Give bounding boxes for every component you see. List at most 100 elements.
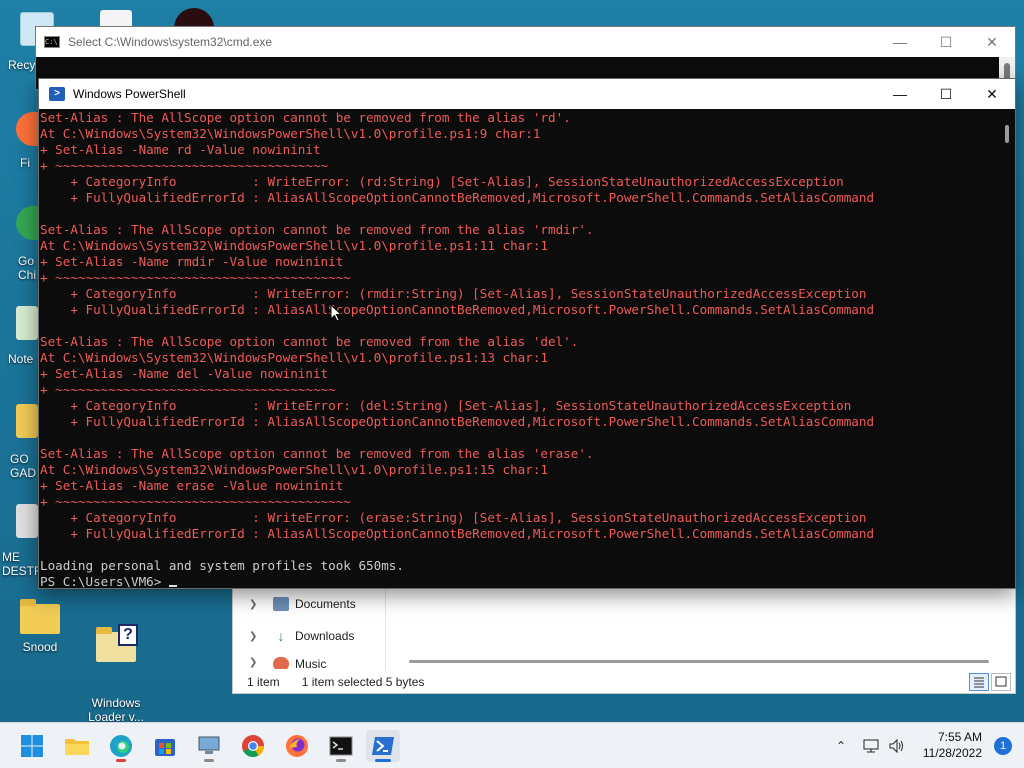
console-line-text: + FullyQualifiedErrorId : AliasAllScopeO… <box>40 526 875 541</box>
console-line: At C:\Windows\System32\WindowsPowerShell… <box>40 238 1001 254</box>
desktop-icon-windows-loader[interactable]: ? Windows Loader v... <box>84 596 148 722</box>
desktop-icon-snood[interactable]: Snood <box>8 596 72 654</box>
console-line: At C:\Windows\System32\WindowsPowerShell… <box>40 350 1001 366</box>
taskbar-store[interactable] <box>148 730 182 762</box>
console-line-text: + CategoryInfo : WriteError: (rd:String)… <box>40 174 844 189</box>
taskbar-powershell[interactable] <box>366 730 400 762</box>
large-icons-view-button[interactable] <box>991 673 1011 691</box>
folder-shortcut-icon[interactable] <box>16 404 38 438</box>
console-line-text: + FullyQualifiedErrorId : AliasAllScopeO… <box>40 302 875 317</box>
minimize-button[interactable]: — <box>877 79 923 109</box>
status-item-count: 1 item <box>247 675 280 689</box>
nav-item-downloads[interactable]: ❯ ↓ Downloads <box>249 625 354 647</box>
console-line: + ~~~~~~~~~~~~~~~~~~~~~~~~~~~~~~~~~~~~~ <box>40 382 1001 398</box>
console-line: + ~~~~~~~~~~~~~~~~~~~~~~~~~~~~~~~~~~~~ <box>40 158 1001 174</box>
taskbar-file-explorer[interactable] <box>60 730 94 762</box>
notification-badge[interactable]: 1 <box>994 737 1012 755</box>
console-line-text: At C:\Windows\System32\WindowsPowerShell… <box>40 462 548 477</box>
console-line-text: + CategoryInfo : WriteError: (del:String… <box>40 398 852 413</box>
close-button[interactable]: ✕ <box>969 79 1015 109</box>
partial-label-1: Fi <box>20 156 30 170</box>
partial-label-4: GO GAD <box>10 452 37 480</box>
cmd-window-controls: — ☐ ✕ <box>877 27 1015 57</box>
clock[interactable]: 7:55 AM 11/28/2022 <box>923 729 982 761</box>
prompt-line: PS C:\Users\VM6> <box>40 574 1001 588</box>
windows-start-icon <box>21 735 43 757</box>
close-button[interactable]: ✕ <box>969 27 1015 57</box>
text-cursor <box>168 585 177 587</box>
console-line: + FullyQualifiedErrorId : AliasAllScopeO… <box>40 526 1001 542</box>
console-line: + ~~~~~~~~~~~~~~~~~~~~~~~~~~~~~~~~~~~~~~… <box>40 494 1001 510</box>
nav-item-label: Documents <box>295 597 356 611</box>
chevron-right-icon[interactable]: ❯ <box>249 631 263 642</box>
console-line: + ~~~~~~~~~~~~~~~~~~~~~~~~~~~~~~~~~~~~~~… <box>40 270 1001 286</box>
running-indicator <box>336 759 346 762</box>
console-line: + FullyQualifiedErrorId : AliasAllScopeO… <box>40 302 1001 318</box>
console-line-text: At C:\Windows\System32\WindowsPowerShell… <box>40 126 541 141</box>
console-line-text: + Set-Alias -Name rmdir -Value nowininit <box>40 254 344 269</box>
pane-divider[interactable] <box>385 587 386 671</box>
console-line-text: Set-Alias : The AllScope option cannot b… <box>40 110 571 125</box>
minimize-button[interactable]: — <box>877 27 923 57</box>
nav-item-music[interactable]: ❯ Music <box>249 657 326 669</box>
console-line-text: Set-Alias : The AllScope option cannot b… <box>40 446 594 461</box>
cmd-titlebar[interactable]: C:\ Select C:\Windows\system32\cmd.exe —… <box>36 27 1015 57</box>
nav-item-label: Downloads <box>295 629 355 643</box>
firefox-icon <box>286 735 308 757</box>
console-line-text: + Set-Alias -Name rd -Value nowininit <box>40 142 321 157</box>
console-line: Set-Alias : The AllScope option cannot b… <box>40 222 1001 238</box>
start-button[interactable] <box>15 730 49 762</box>
volume-icon[interactable] <box>888 738 906 754</box>
console-line: At C:\Windows\System32\WindowsPowerShell… <box>40 462 1001 478</box>
console-line: + CategoryInfo : WriteError: (erase:Stri… <box>40 510 1001 526</box>
status-bar: 1 item 1 item selected 5 bytes <box>233 671 1015 693</box>
firefox-shortcut-icon[interactable] <box>16 112 38 146</box>
console-output[interactable]: Set-Alias : The AllScope option cannot b… <box>39 109 1001 588</box>
console-line-text: + ~~~~~~~~~~~~~~~~~~~~~~~~~~~~~~~~~~~~~ <box>40 382 336 397</box>
notepad-shortcut-icon[interactable] <box>16 306 38 340</box>
powershell-window-title: Windows PowerShell <box>73 87 186 101</box>
network-icon[interactable] <box>862 738 880 754</box>
details-view-button[interactable] <box>969 673 989 691</box>
nav-item-label: Music <box>295 657 327 669</box>
powershell-icon <box>372 737 394 755</box>
taskbar-remote-desktop[interactable] <box>192 730 226 762</box>
chevron-right-icon[interactable]: ❯ <box>249 599 263 610</box>
console-line-text: Set-Alias : The AllScope option cannot b… <box>40 334 579 349</box>
console-line: + Set-Alias -Name rd -Value nowininit <box>40 142 1001 158</box>
maximize-button[interactable]: ☐ <box>923 27 969 57</box>
nav-item-documents[interactable]: ❯ Documents <box>249 593 356 615</box>
desktop-icon-label: Windows Loader v... <box>88 696 144 722</box>
chevron-right-icon[interactable]: ❯ <box>249 657 263 668</box>
powershell-icon: > <box>49 87 65 101</box>
app-shortcut-icon[interactable] <box>16 504 38 538</box>
taskbar-cmd[interactable] <box>324 730 358 762</box>
documents-icon <box>273 597 289 611</box>
taskbar-edge[interactable] <box>104 730 138 762</box>
console-line-text: + FullyQualifiedErrorId : AliasAllScopeO… <box>40 190 875 205</box>
maximize-button[interactable]: ☐ <box>923 79 969 109</box>
powershell-titlebar[interactable]: > Windows PowerShell — ☐ ✕ <box>39 79 1015 109</box>
clock-date: 11/28/2022 <box>922 746 982 760</box>
powershell-window[interactable]: > Windows PowerShell — ☐ ✕ Set-Alias : T… <box>38 78 1016 589</box>
console-line-text: + ~~~~~~~~~~~~~~~~~~~~~~~~~~~~~~~~~~~~ <box>40 158 329 173</box>
powershell-vertical-scrollbar[interactable] <box>999 109 1015 588</box>
console-line: Set-Alias : The AllScope option cannot b… <box>40 110 1001 126</box>
cmd-icon: C:\ <box>44 36 60 48</box>
taskbar-firefox[interactable] <box>280 730 314 762</box>
cmd-icon <box>329 736 353 756</box>
edge-icon <box>110 735 132 757</box>
taskbar-chrome[interactable] <box>236 730 270 762</box>
horizontal-scrollbar[interactable] <box>409 660 989 663</box>
status-selection: 1 item selected 5 bytes <box>301 675 425 689</box>
console-line: Loading personal and system profiles too… <box>40 558 1001 574</box>
active-indicator <box>375 759 391 762</box>
chrome-shortcut-icon[interactable] <box>16 206 38 240</box>
console-line-text: + ~~~~~~~~~~~~~~~~~~~~~~~~~~~~~~~~~~~~~~… <box>40 494 351 509</box>
taskbar: ⌃ 7:55 AM 11/28/2022 1 <box>0 722 1024 768</box>
scrollbar-thumb[interactable] <box>1005 125 1009 143</box>
console-line-text: At C:\Windows\System32\WindowsPowerShell… <box>40 350 548 365</box>
chevron-up-icon[interactable]: ⌃ <box>836 739 846 753</box>
folder-help-icon: ? <box>94 624 138 664</box>
desktop-icon-label: Snood <box>22 640 58 654</box>
